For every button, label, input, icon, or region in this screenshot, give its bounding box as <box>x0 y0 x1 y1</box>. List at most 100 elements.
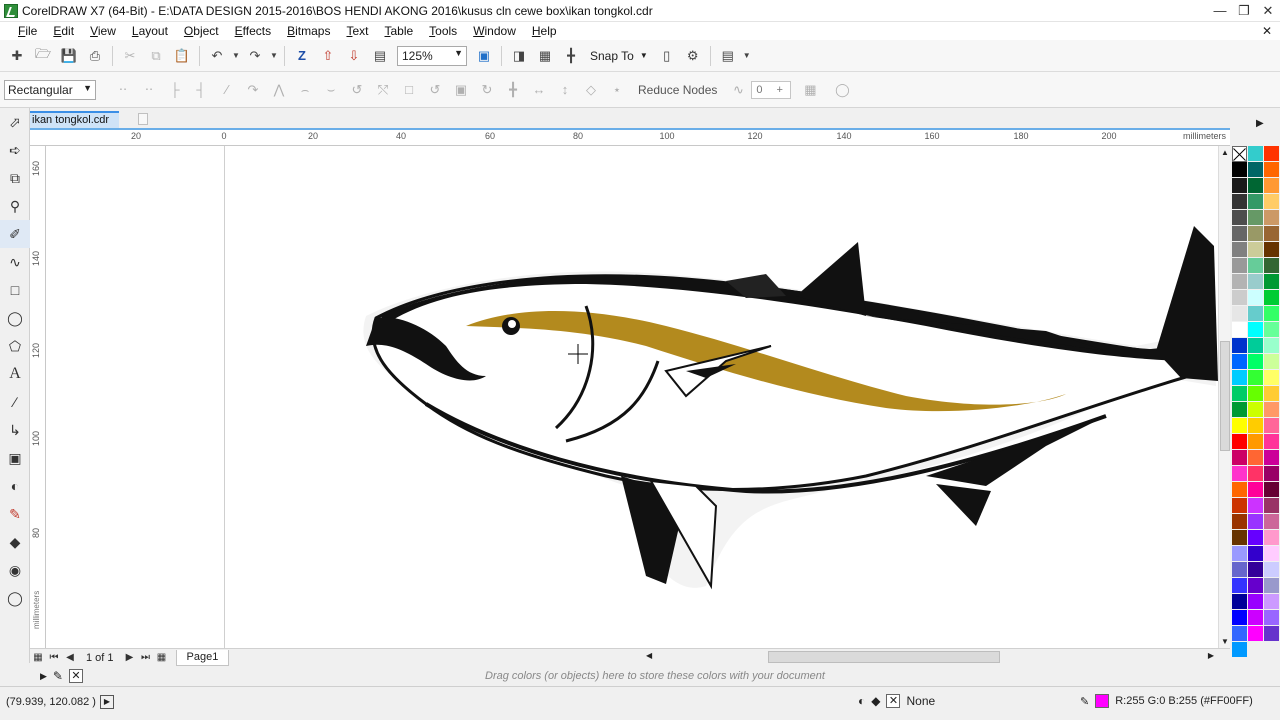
color-swatch[interactable] <box>1264 450 1279 466</box>
color-swatch[interactable] <box>1264 146 1279 162</box>
color-swatch[interactable] <box>1248 434 1263 450</box>
color-eyedropper-icon[interactable]: ✎ <box>0 500 30 528</box>
extend-curve-icon[interactable]: ⤲ <box>372 80 394 100</box>
color-swatch[interactable] <box>1248 530 1263 546</box>
color-swatch[interactable] <box>1248 594 1263 610</box>
crop-tool-icon[interactable]: ⧉ <box>0 164 30 192</box>
menu-window[interactable]: Window <box>465 22 524 40</box>
color-swatch[interactable] <box>1232 338 1247 354</box>
polygon-tool-icon[interactable]: ⬠ <box>0 332 30 360</box>
zoom-tool-icon[interactable]: ⚲ <box>0 192 30 220</box>
color-swatch[interactable] <box>1248 402 1263 418</box>
no-color-swatch[interactable] <box>1232 146 1247 162</box>
print-icon[interactable]: ⎙ <box>84 45 106 67</box>
search-content-icon[interactable]: Z <box>291 45 313 67</box>
color-swatch[interactable] <box>1264 290 1279 306</box>
scroll-up-icon[interactable]: ▲ <box>1221 148 1229 157</box>
color-swatch[interactable] <box>1248 418 1263 434</box>
color-swatch[interactable] <box>1248 274 1263 290</box>
menu-file[interactable]: File <box>10 22 45 40</box>
launcher-dropdown-icon[interactable]: ▼ <box>743 45 751 67</box>
color-swatch[interactable] <box>1264 258 1279 274</box>
color-swatch[interactable] <box>1264 370 1279 386</box>
color-swatch[interactable] <box>1264 626 1279 642</box>
vertical-ruler[interactable]: 160 140 120 100 80 millimeters <box>30 146 46 648</box>
flip-vertical-icon[interactable]: ↕ <box>554 80 576 100</box>
menu-object[interactable]: Object <box>176 22 227 40</box>
extract-subpath-icon[interactable]: □ <box>398 80 420 100</box>
close-button[interactable]: ✕ <box>1256 0 1280 22</box>
menu-table[interactable]: Table <box>376 22 421 40</box>
color-swatch[interactable] <box>1248 242 1263 258</box>
full-screen-preview-icon[interactable]: ▣ <box>473 45 495 67</box>
menu-effects[interactable]: Effects <box>227 22 279 40</box>
fill-indicator[interactable]: ◐ ◆ ✕ None <box>858 694 935 708</box>
color-swatch[interactable] <box>1232 418 1247 434</box>
text-tool-icon[interactable]: A <box>0 360 30 388</box>
color-swatch[interactable] <box>1232 578 1247 594</box>
first-page-icon[interactable]: ⏮ <box>46 652 62 663</box>
drawing-canvas[interactable] <box>46 146 1218 648</box>
selection-boundary-icon[interactable]: ▦ <box>799 80 821 100</box>
document-tab[interactable]: ikan tongkol.cdr <box>30 111 120 128</box>
status-play-icon[interactable]: ▶ <box>100 695 114 709</box>
menu-bitmaps[interactable]: Bitmaps <box>279 22 338 40</box>
break-curve-icon[interactable]: ┤ <box>190 80 212 100</box>
close-curve-icon[interactable]: ↺ <box>424 80 446 100</box>
color-swatch[interactable] <box>1264 562 1279 578</box>
color-swatch[interactable] <box>1248 386 1263 402</box>
vertical-scrollbar[interactable]: ▲ ▼ <box>1218 146 1230 648</box>
color-swatch[interactable] <box>1264 434 1279 450</box>
color-swatch[interactable] <box>1264 162 1279 178</box>
color-swatch[interactable] <box>1264 466 1279 482</box>
color-swatch[interactable] <box>1232 370 1247 386</box>
menu-text[interactable]: Text <box>338 22 376 40</box>
freehand-tool-icon[interactable]: ✐ <box>0 220 30 248</box>
color-swatch[interactable] <box>1232 258 1247 274</box>
doc-palette-none-swatch[interactable]: ✕ <box>68 669 83 683</box>
color-swatch[interactable] <box>1232 498 1247 514</box>
color-swatch[interactable] <box>1232 306 1247 322</box>
color-swatch[interactable] <box>1248 578 1263 594</box>
color-swatch[interactable] <box>1232 482 1247 498</box>
curve-smoothness-input[interactable]: 0 + <box>751 80 792 99</box>
prev-page-icon[interactable]: ◀ <box>62 652 78 663</box>
select-all-nodes-icon[interactable]: ⋆ <box>606 80 628 100</box>
connector-tool-icon[interactable]: ↳ <box>0 416 30 444</box>
delete-nodes-icon[interactable]: ⋅⋅ <box>138 80 160 100</box>
chevron-right-icon[interactable]: ▶ <box>1256 118 1264 129</box>
pick-tool-icon[interactable]: ⬀ <box>0 108 30 136</box>
symmetrical-node-icon[interactable]: ⌣ <box>320 80 342 100</box>
docker-collapse[interactable]: ▶ <box>1250 108 1280 146</box>
color-swatch[interactable] <box>1232 562 1247 578</box>
options-icon[interactable]: ⚙ <box>682 45 704 67</box>
color-swatch[interactable] <box>1248 466 1263 482</box>
redo-dropdown-icon[interactable]: ▼ <box>270 45 278 67</box>
color-swatch[interactable] <box>1264 210 1279 226</box>
color-swatch[interactable] <box>1232 434 1247 450</box>
color-swatch[interactable] <box>1232 466 1247 482</box>
color-swatch[interactable] <box>1264 594 1279 610</box>
color-swatch[interactable] <box>1248 370 1263 386</box>
color-swatch[interactable] <box>1264 386 1279 402</box>
color-swatch[interactable] <box>1264 338 1279 354</box>
color-swatch[interactable] <box>1232 194 1247 210</box>
color-swatch[interactable] <box>1248 322 1263 338</box>
export-icon[interactable]: ⇩ <box>343 45 365 67</box>
menu-layout[interactable]: Layout <box>124 22 176 40</box>
color-swatch[interactable] <box>1232 274 1247 290</box>
color-swatch[interactable] <box>1248 178 1263 194</box>
artistic-media-icon[interactable]: ∿ <box>0 248 30 276</box>
welcome-screen-icon[interactable]: ▯ <box>656 45 678 67</box>
menu-view[interactable]: View <box>82 22 124 40</box>
color-swatch[interactable] <box>1248 562 1263 578</box>
color-swatch[interactable] <box>1264 322 1279 338</box>
color-swatch[interactable] <box>1264 482 1279 498</box>
cut-icon[interactable]: ✂ <box>119 45 141 67</box>
parallel-dimension-icon[interactable]: ∕ <box>0 388 30 416</box>
reduce-nodes-button[interactable]: Reduce Nodes <box>638 83 717 97</box>
publish-pdf-icon[interactable]: ▤ <box>369 45 391 67</box>
color-swatch[interactable] <box>1232 178 1247 194</box>
color-swatch[interactable] <box>1264 354 1279 370</box>
color-swatch[interactable] <box>1264 194 1279 210</box>
